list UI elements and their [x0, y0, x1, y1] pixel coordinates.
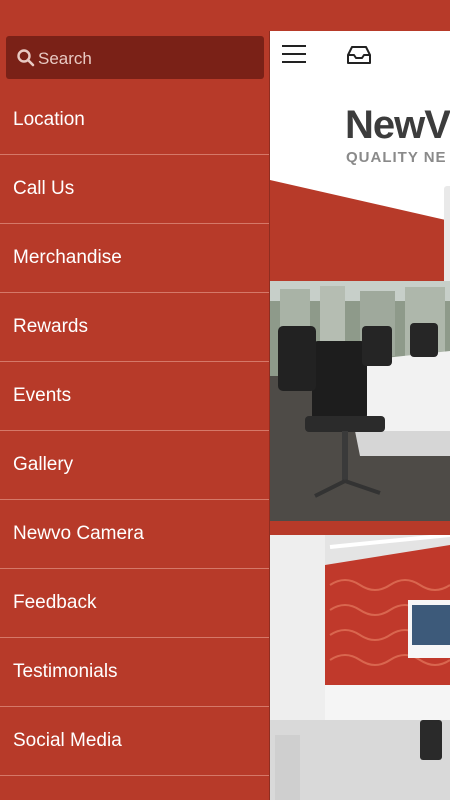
menu-item-events[interactable]: Events	[0, 362, 269, 431]
menu-item-location[interactable]: Location	[0, 86, 269, 155]
status-bar	[0, 0, 450, 31]
brand-logo: NewV QUALITY NE	[345, 103, 450, 173]
menu-item-gallery[interactable]: Gallery	[0, 431, 269, 500]
drawer-menu: Location Call Us Merchandise Rewards Eve…	[0, 86, 269, 776]
logo-tagline: QUALITY NE	[346, 149, 447, 166]
main-content: NewV QUALITY NE	[270, 31, 450, 800]
menu-item-label: Location	[13, 109, 85, 130]
menu-item-label: Gallery	[13, 454, 74, 475]
menu-item-label: Rewards	[13, 316, 88, 337]
logo-wordmark: NewV	[345, 103, 450, 147]
menu-item-label: Testimonials	[13, 661, 118, 682]
menu-item-label: Events	[13, 385, 72, 406]
menu-item-label: Call Us	[13, 178, 75, 199]
app-bar	[270, 31, 450, 81]
menu-item-call-us[interactable]: Call Us	[0, 155, 269, 224]
search-icon	[17, 49, 35, 67]
office-photo	[270, 535, 450, 800]
menu-item-label: Feedback	[13, 592, 97, 613]
search-input[interactable]	[36, 36, 260, 81]
navigation-drawer: Location Call Us Merchandise Rewards Eve…	[0, 31, 269, 800]
menu-item-label: Newvo Camera	[13, 523, 144, 544]
search-box[interactable]	[6, 36, 264, 81]
menu-item-label: Merchandise	[13, 247, 122, 268]
conference-room-photo	[270, 281, 450, 521]
hamburger-icon[interactable]	[282, 45, 306, 65]
menu-item-rewards[interactable]: Rewards	[0, 293, 269, 362]
menu-item-newvo-camera[interactable]: Newvo Camera	[0, 500, 269, 569]
inbox-icon[interactable]	[346, 44, 372, 66]
menu-item-label: Social Media	[13, 730, 122, 751]
menu-item-feedback[interactable]: Feedback	[0, 569, 269, 638]
menu-item-testimonials[interactable]: Testimonials	[0, 638, 269, 707]
menu-item-social-media[interactable]: Social Media	[0, 707, 269, 776]
menu-item-merchandise[interactable]: Merchandise	[0, 224, 269, 293]
